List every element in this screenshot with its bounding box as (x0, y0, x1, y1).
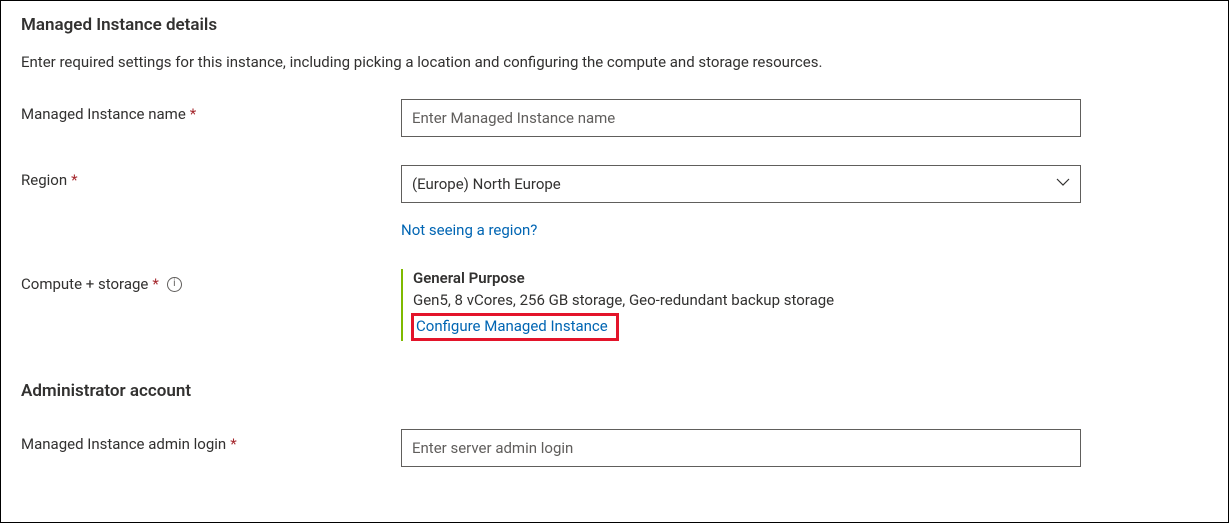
form-row-admin-login: Managed Instance admin login * (21, 429, 1208, 467)
required-asterisk: * (152, 275, 158, 293)
configure-highlight: Configure Managed Instance (411, 313, 619, 341)
label-col: Managed Instance admin login * (21, 429, 401, 453)
label-col: Compute + storage * i (21, 269, 401, 293)
compute-summary-block: General Purpose Gen5, 8 vCores, 256 GB s… (401, 269, 1081, 341)
admin-login-input[interactable] (401, 429, 1081, 467)
form-row-compute-storage: Compute + storage * i General Purpose Ge… (21, 269, 1208, 341)
compute-storage-label: Compute + storage (21, 275, 148, 293)
region-label: Region (21, 171, 67, 189)
region-helper-row: Not seeing a region? (401, 221, 1208, 239)
section-description: Enter required settings for this instanc… (21, 53, 1208, 71)
region-selected-value: (Europe) North Europe (412, 175, 561, 193)
region-select-wrapper: (Europe) North Europe (401, 165, 1081, 203)
required-asterisk: * (190, 105, 196, 123)
label-col: Region * (21, 165, 401, 189)
section-heading-admin: Administrator account (21, 381, 1208, 401)
compute-tier: General Purpose (413, 269, 1081, 287)
form-row-instance-name: Managed Instance name * (21, 99, 1208, 137)
instance-name-input[interactable] (401, 99, 1081, 137)
not-seeing-region-link[interactable]: Not seeing a region? (401, 221, 537, 239)
required-asterisk: * (230, 435, 236, 453)
form-row-region: Region * (Europe) North Europe (21, 165, 1208, 203)
compute-spec: Gen5, 8 vCores, 256 GB storage, Geo-redu… (413, 291, 1081, 309)
required-asterisk: * (71, 171, 77, 189)
control-col: (Europe) North Europe (401, 165, 1081, 203)
control-col (401, 99, 1081, 137)
control-col (401, 429, 1081, 467)
section-heading-details: Managed Instance details (21, 15, 1208, 35)
info-icon[interactable]: i (167, 277, 182, 292)
region-select[interactable]: (Europe) North Europe (401, 165, 1081, 203)
configure-managed-instance-link[interactable]: Configure Managed Instance (416, 317, 608, 335)
control-col: General Purpose Gen5, 8 vCores, 256 GB s… (401, 269, 1081, 341)
label-col: Managed Instance name * (21, 99, 401, 123)
managed-instance-panel: Managed Instance details Enter required … (0, 0, 1229, 523)
admin-login-label: Managed Instance admin login (21, 435, 226, 453)
instance-name-label: Managed Instance name (21, 105, 186, 123)
